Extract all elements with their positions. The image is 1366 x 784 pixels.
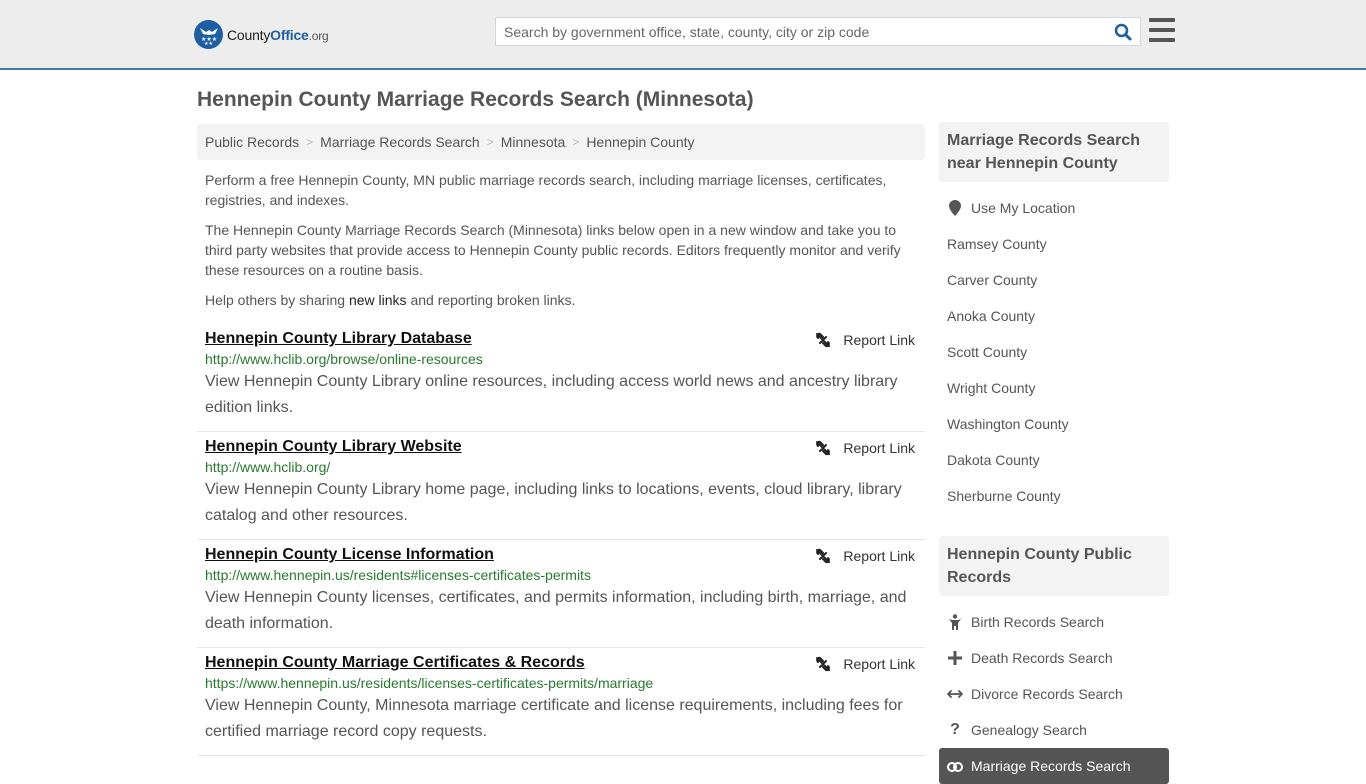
result-title-link[interactable]: Hennepin County License Information — [205, 546, 494, 564]
broken-link-icon — [816, 656, 831, 672]
nearby-county-item[interactable]: Dakota County — [939, 442, 1169, 478]
nearby-county-item[interactable]: Sherburne County — [939, 478, 1169, 514]
sidebar-heading: Hennepin County Public Records — [939, 536, 1169, 596]
result-title-link[interactable]: Hennepin County Marriage Certificates & … — [205, 654, 585, 672]
new-links-link[interactable]: new links — [349, 292, 407, 308]
sidebar-item-genealogy[interactable]: ? Genealogy Search — [939, 712, 1169, 748]
main-content: Public Records > Marriage Records Search… — [197, 124, 925, 756]
result-title-link[interactable]: Hennepin County Library Website — [205, 438, 462, 456]
plus-icon — [947, 651, 963, 665]
help-text: Help others by sharing new links and rep… — [205, 290, 917, 310]
nearby-list: Use My Location Ramsey County Carver Cou… — [939, 182, 1169, 514]
result-item: Hennepin County Marriage Certificates & … — [197, 648, 925, 756]
report-link-label: Report Link — [843, 656, 915, 672]
sidebar-item-marriage-records[interactable]: Marriage Records Search — [939, 748, 1169, 784]
site-header: ★★★ ★★ CountyOffice.org — [0, 0, 1366, 70]
menu-bar — [1149, 18, 1175, 22]
hamburger-menu-button[interactable] — [1149, 18, 1175, 42]
menu-bar — [1149, 38, 1175, 42]
result-url: https://www.hennepin.us/residents/licens… — [205, 675, 654, 691]
report-link-button[interactable]: Report Link — [815, 656, 915, 672]
nearby-county-link[interactable]: Ramsey County — [947, 236, 1047, 252]
eagle-stars-icon: ★★★ ★★ — [194, 20, 223, 49]
report-link-button[interactable]: Report Link — [815, 440, 915, 456]
result-title-link[interactable]: Hennepin County Library Database — [205, 330, 472, 348]
report-link-button[interactable]: Report Link — [815, 548, 915, 564]
use-my-location-link[interactable]: Use My Location — [971, 200, 1075, 216]
public-records-list: Birth Records Search Death Records Searc… — [939, 596, 1169, 784]
child-icon — [947, 614, 963, 630]
result-description: View Hennepin County Library online reso… — [205, 373, 898, 416]
search-bar — [495, 17, 1141, 46]
svg-text:★★: ★★ — [204, 41, 213, 45]
use-my-location-item[interactable]: Use My Location — [939, 190, 1169, 226]
nearby-county-link[interactable]: Dakota County — [947, 452, 1040, 468]
breadcrumb-item[interactable]: Minnesota — [501, 134, 566, 150]
nearby-county-item[interactable]: Ramsey County — [939, 226, 1169, 262]
sidebar-heading: Marriage Records Search near Hennepin Co… — [939, 122, 1169, 182]
nearby-county-item[interactable]: Scott County — [939, 334, 1169, 370]
broken-link-icon — [816, 440, 831, 456]
breadcrumb: Public Records > Marriage Records Search… — [197, 124, 925, 160]
help-suffix: and reporting broken links. — [406, 292, 576, 308]
result-description: View Hennepin County licenses, certifica… — [205, 589, 907, 632]
breadcrumb-item[interactable]: Hennepin County — [586, 134, 694, 150]
nearby-county-item[interactable]: Wright County — [939, 370, 1169, 406]
broken-link-icon — [816, 332, 831, 348]
result-description: View Hennepin County, Minnesota marriage… — [205, 697, 903, 740]
nearby-county-item[interactable]: Anoka County — [939, 298, 1169, 334]
sidebar-link[interactable]: Birth Records Search — [971, 614, 1104, 630]
rings-icon — [947, 759, 963, 773]
sidebar-link[interactable]: Marriage Records Search — [971, 758, 1131, 774]
breadcrumb-separator: > — [572, 135, 580, 149]
result-item: Hennepin County License Information Repo… — [197, 540, 925, 648]
help-prefix: Help others by sharing — [205, 292, 349, 308]
nearby-county-link[interactable]: Scott County — [947, 344, 1027, 360]
menu-bar — [1149, 28, 1175, 32]
report-link-button[interactable]: Report Link — [815, 332, 915, 348]
results-list: Hennepin County Library Database Report … — [197, 324, 925, 756]
search-input[interactable] — [496, 18, 1106, 45]
intro-paragraph: Perform a free Hennepin County, MN publi… — [205, 172, 887, 208]
broken-link-icon — [816, 548, 831, 564]
sidebar-link[interactable]: Genealogy Search — [971, 722, 1087, 738]
map-marker-icon — [947, 200, 963, 216]
breadcrumb-separator: > — [306, 135, 314, 149]
sidebar-item-divorce-records[interactable]: Divorce Records Search — [939, 676, 1169, 712]
result-url: http://www.hclib.org/ — [205, 459, 331, 475]
result-item: Hennepin County Library Website Report L… — [197, 432, 925, 540]
sidebar-item-death-records[interactable]: Death Records Search — [939, 640, 1169, 676]
report-link-label: Report Link — [843, 332, 915, 348]
sidebar-link[interactable]: Death Records Search — [971, 650, 1113, 666]
nearby-county-link[interactable]: Carver County — [947, 272, 1037, 288]
result-description: View Hennepin County Library home page, … — [205, 481, 902, 524]
search-button[interactable] — [1106, 18, 1140, 45]
sidebar-link[interactable]: Divorce Records Search — [971, 686, 1123, 702]
nearby-county-link[interactable]: Sherburne County — [947, 488, 1061, 504]
nearby-county-link[interactable]: Anoka County — [947, 308, 1035, 324]
nearby-county-link[interactable]: Washington County — [947, 416, 1069, 432]
search-icon — [1114, 23, 1132, 40]
report-link-label: Report Link — [843, 440, 915, 456]
sidebar-item-birth-records[interactable]: Birth Records Search — [939, 604, 1169, 640]
report-link-label: Report Link — [843, 548, 915, 564]
nearby-county-item[interactable]: Carver County — [939, 262, 1169, 298]
question-icon: ? — [950, 721, 960, 738]
sidebar-nearby: Marriage Records Search near Hennepin Co… — [939, 122, 1169, 514]
sidebar-public-records: Hennepin County Public Records Birth Rec… — [939, 536, 1169, 784]
intro-paragraph: The Hennepin County Marriage Records Sea… — [205, 222, 901, 278]
result-url: http://www.hennepin.us/residents#license… — [205, 567, 591, 583]
breadcrumb-item[interactable]: Marriage Records Search — [320, 134, 480, 150]
intro-text: Perform a free Hennepin County, MN publi… — [197, 170, 925, 310]
result-item: Hennepin County Library Database Report … — [197, 324, 925, 432]
logo-text: CountyOffice.org — [227, 26, 329, 43]
nearby-county-item[interactable]: Washington County — [939, 406, 1169, 442]
breadcrumb-separator: > — [486, 135, 494, 149]
nearby-county-link[interactable]: Wright County — [947, 380, 1035, 396]
breadcrumb-item[interactable]: Public Records — [205, 134, 299, 150]
result-url: http://www.hclib.org/browse/online-resou… — [205, 351, 483, 367]
arrows-horizontal-icon — [947, 689, 963, 699]
site-logo[interactable]: ★★★ ★★ CountyOffice.org — [194, 20, 329, 49]
page-title: Hennepin County Marriage Records Search … — [197, 88, 754, 111]
